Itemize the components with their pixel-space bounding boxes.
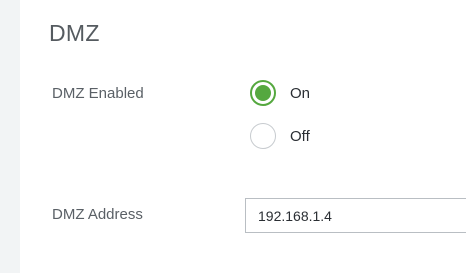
dmz-address-label: DMZ Address [52,206,143,223]
radio-dot [255,85,271,101]
section-title: DMZ [49,20,100,46]
left-rail [0,0,20,273]
radio-selected-icon[interactable] [250,80,276,106]
dmz-address-input[interactable] [245,198,466,233]
radio-unselected-icon[interactable] [250,123,276,149]
dmz-off-label[interactable]: Off [290,128,310,145]
dmz-on-radio-option[interactable]: On [250,78,310,108]
dmz-on-label[interactable]: On [290,85,310,102]
dmz-enabled-label: DMZ Enabled [52,85,144,102]
dmz-off-radio-option[interactable]: Off [250,121,310,151]
dmz-settings-panel: DMZ DMZ Enabled On Off DMZ Address [0,0,466,273]
